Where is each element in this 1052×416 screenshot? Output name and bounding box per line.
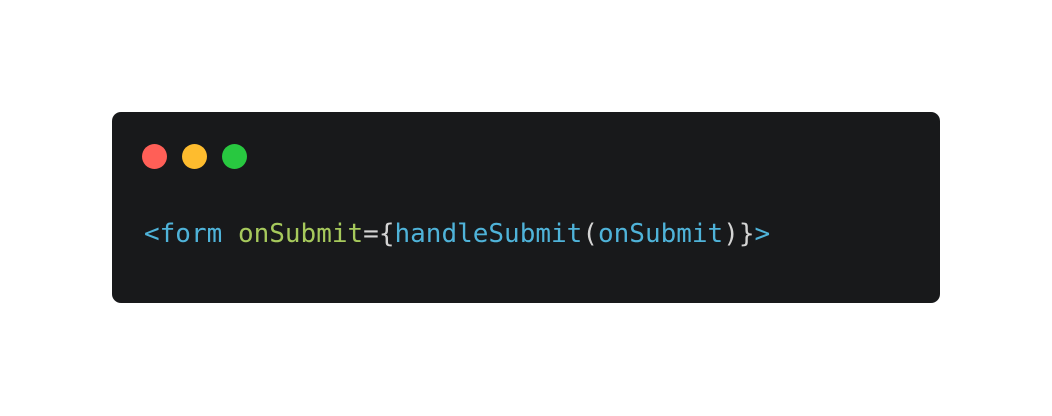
code-token-equals: = (363, 219, 379, 249)
code-token-brace-open: { (378, 219, 395, 249)
code-token-paren-open: ( (582, 219, 598, 249)
code-token-tag-close: > (754, 219, 771, 249)
code-token-paren-close: ) (723, 219, 739, 249)
code-token-attribute-name: onSubmit (237, 219, 364, 249)
minimize-dot-icon (182, 144, 207, 169)
code-token-tag-name: form (159, 219, 223, 249)
zoom-dot-icon (222, 144, 247, 169)
close-dot-icon (142, 144, 167, 169)
window-controls (142, 144, 247, 169)
code-token-brace-close: } (738, 219, 755, 249)
code-line: <form onSubmit={handleSubmit(onSubmit)}> (144, 216, 770, 252)
code-token-tag-open: < (144, 219, 160, 249)
code-token-argument: onSubmit (597, 219, 724, 249)
code-window: <form onSubmit={handleSubmit(onSubmit)}> (112, 112, 940, 303)
code-token-function-name: handleSubmit (394, 219, 583, 249)
